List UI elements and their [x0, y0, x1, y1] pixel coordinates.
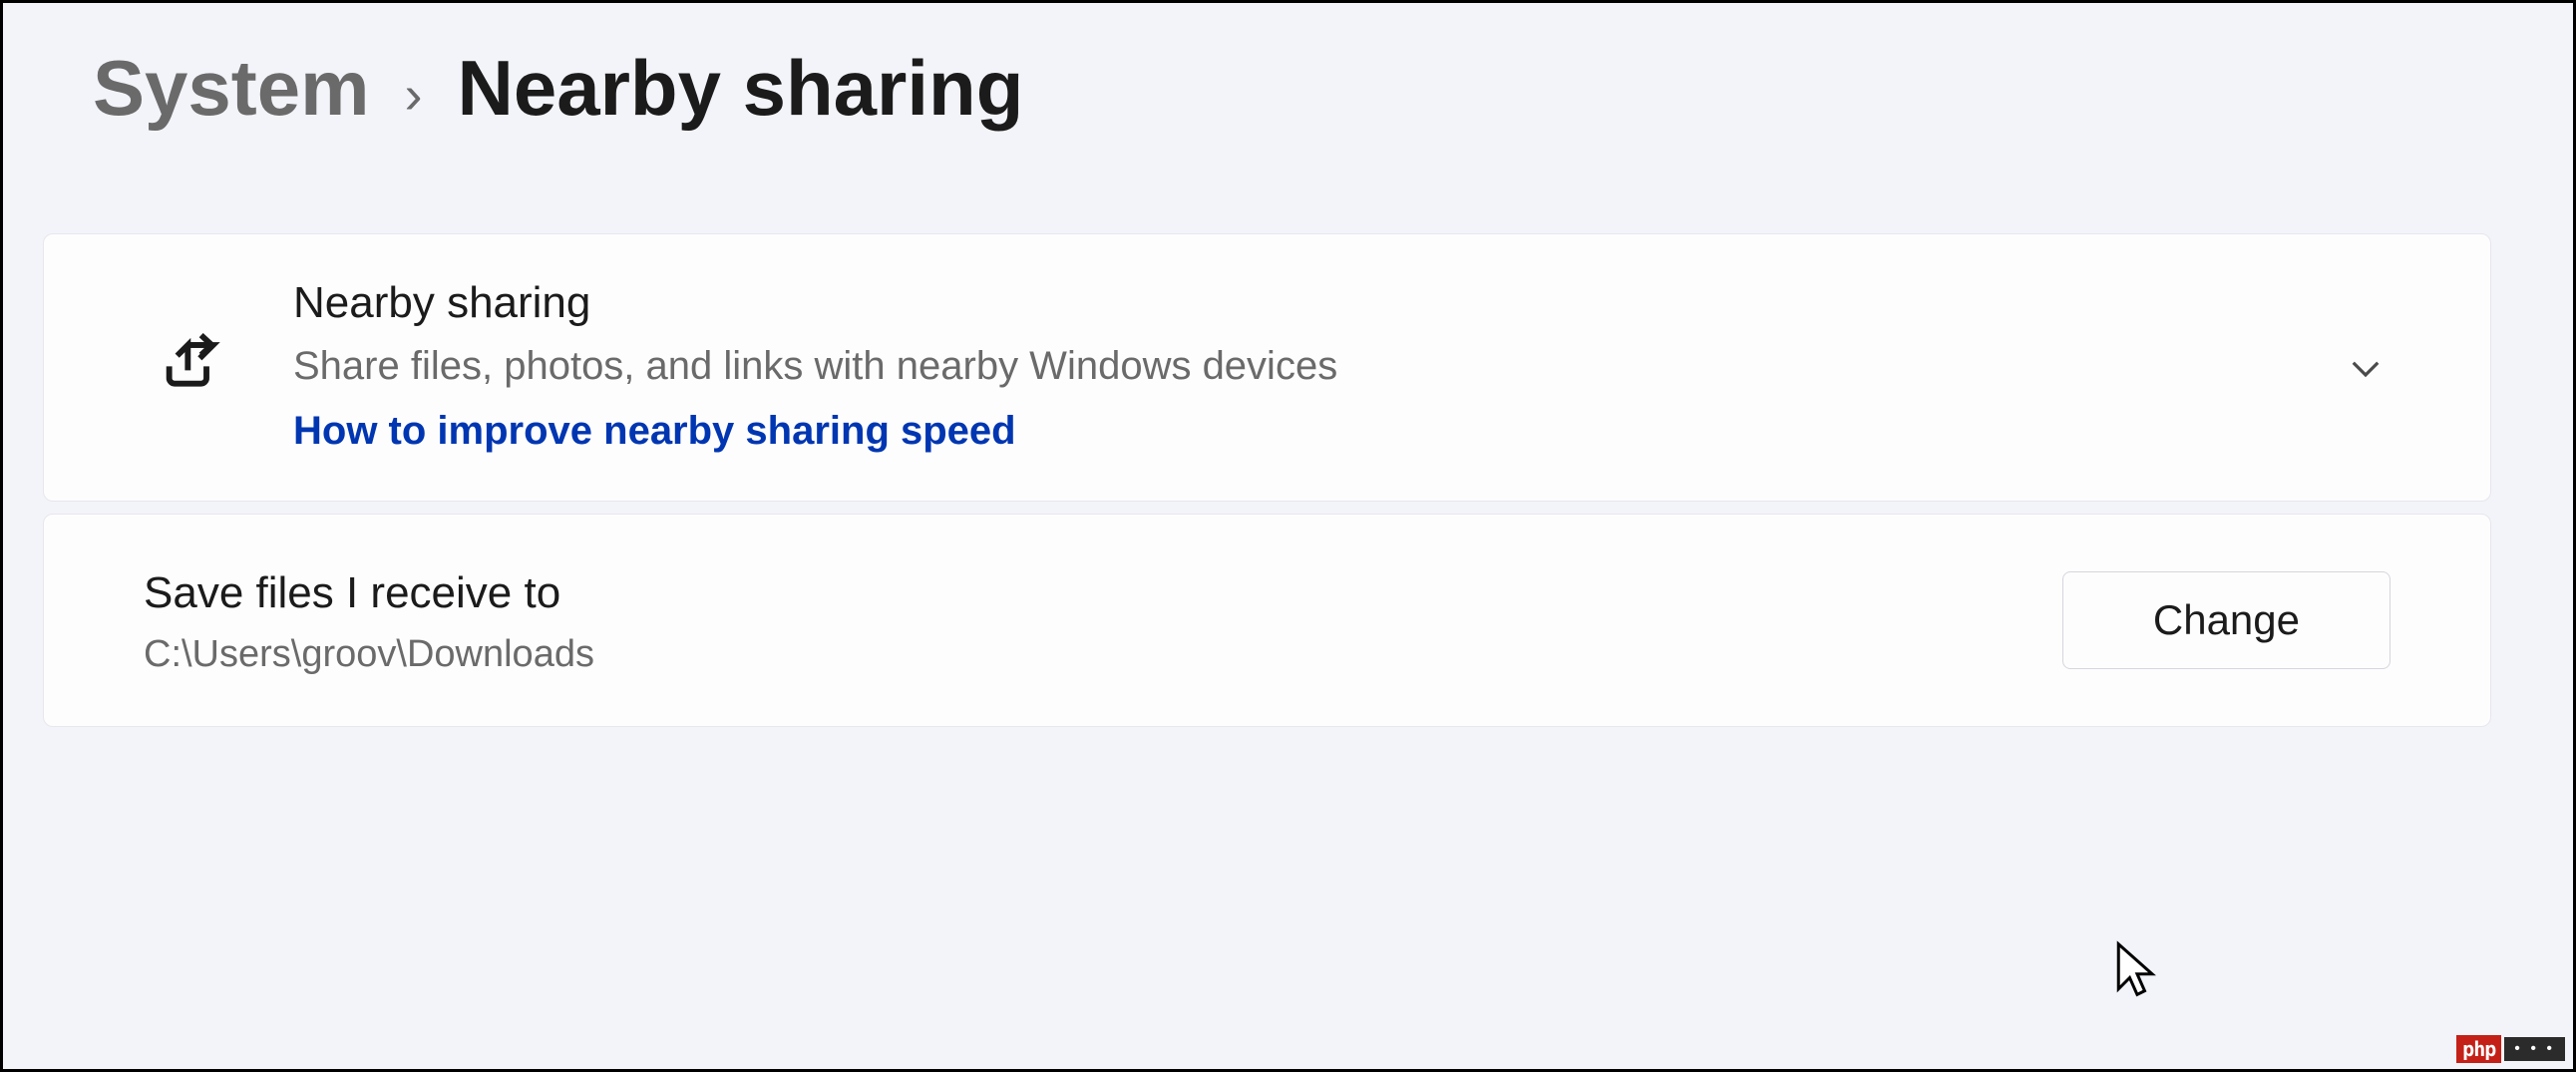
save-location-label: Save files I receive to [144, 564, 2062, 621]
chevron-down-icon[interactable] [2311, 347, 2420, 389]
breadcrumb: System › Nearby sharing [93, 43, 2533, 134]
save-location-card: Save files I receive to C:\Users\groov\D… [43, 514, 2491, 727]
watermark: php • • • [2456, 1035, 2565, 1063]
breadcrumb-parent[interactable]: System [93, 43, 370, 134]
breadcrumb-current: Nearby sharing [457, 43, 1023, 134]
nearby-sharing-subtitle: Share files, photos, and links with near… [293, 339, 2311, 393]
nearby-sharing-title: Nearby sharing [293, 274, 2311, 331]
share-icon [159, 333, 222, 402]
nearby-sharing-card[interactable]: Nearby sharing Share files, photos, and … [43, 233, 2491, 502]
save-location-path: C:\Users\groov\Downloads [144, 633, 2062, 676]
change-button[interactable]: Change [2062, 571, 2391, 669]
cursor-icon [2114, 940, 2160, 1005]
improve-speed-link[interactable]: How to improve nearby sharing speed [293, 401, 2311, 461]
watermark-left: php [2456, 1035, 2501, 1063]
chevron-right-icon: › [405, 64, 423, 126]
watermark-right: • • • [2504, 1037, 2565, 1061]
